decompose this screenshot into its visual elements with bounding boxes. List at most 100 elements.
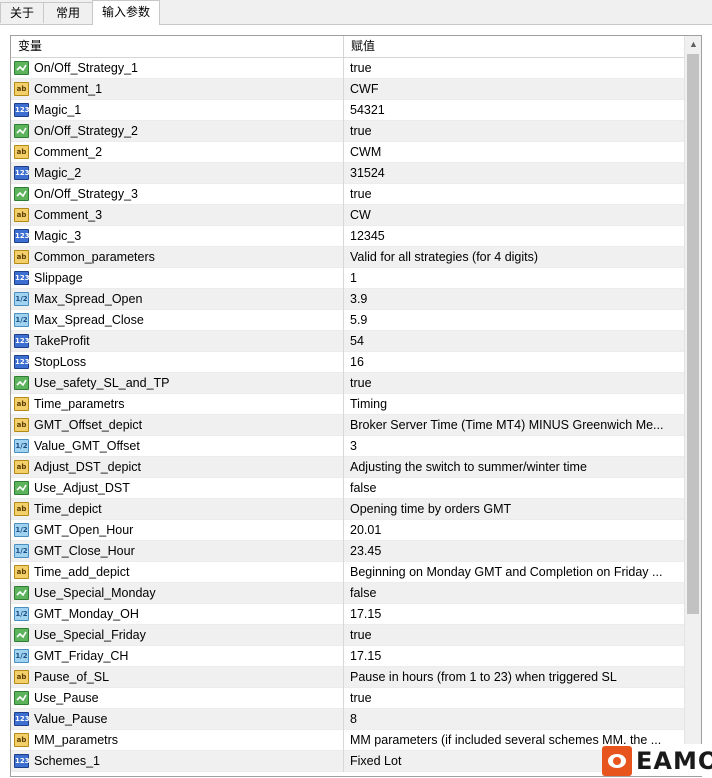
- parameter-value-cell[interactable]: 5.9: [350, 310, 682, 331]
- table-row[interactable]: Use_Special_Friday true: [11, 625, 684, 646]
- column-header-value[interactable]: 赋值: [351, 36, 375, 57]
- parameter-value-cell[interactable]: 12345: [350, 226, 682, 247]
- parameter-value-cell[interactable]: 17.15: [350, 646, 682, 667]
- parameter-name-cell[interactable]: 123 TakeProfit: [11, 331, 343, 352]
- table-row[interactable]: 123 Magic_2 31524: [11, 163, 684, 184]
- parameter-name-cell[interactable]: Use_Pause: [11, 688, 343, 709]
- parameter-name-cell[interactable]: Use_Adjust_DST: [11, 478, 343, 499]
- table-row[interactable]: 123 TakeProfit 54: [11, 331, 684, 352]
- parameter-name-cell[interactable]: On/Off_Strategy_1: [11, 58, 343, 79]
- table-row[interactable]: Use_Pause true: [11, 688, 684, 709]
- table-row[interactable]: ab Time_add_depict Beginning on Monday GMT…: [11, 562, 684, 583]
- parameter-value-cell[interactable]: false: [350, 583, 682, 604]
- table-row[interactable]: 123 Magic_3 12345: [11, 226, 684, 247]
- parameter-value-cell[interactable]: true: [350, 121, 682, 142]
- parameter-name-cell[interactable]: ab Comment_2: [11, 142, 343, 163]
- parameter-name-cell[interactable]: 1/2 Max_Spread_Open: [11, 289, 343, 310]
- table-row[interactable]: Use_safety_SL_and_TP true: [11, 373, 684, 394]
- tab-about[interactable]: 关于: [0, 2, 44, 23]
- parameter-name-cell[interactable]: ab Time_add_depict: [11, 562, 343, 583]
- parameter-name-cell[interactable]: 123 StopLoss: [11, 352, 343, 373]
- table-row[interactable]: ab Comment_3 CW: [11, 205, 684, 226]
- parameter-name-cell[interactable]: ab Time_depict: [11, 499, 343, 520]
- table-row[interactable]: On/Off_Strategy_2 true: [11, 121, 684, 142]
- table-row[interactable]: ab Time_parametrs Timing: [11, 394, 684, 415]
- table-row[interactable]: 1/2 Max_Spread_Close 5.9: [11, 310, 684, 331]
- table-row[interactable]: 123 Slippage 1: [11, 268, 684, 289]
- parameter-name-cell[interactable]: ab MM_parametrs: [11, 730, 343, 751]
- parameter-value-cell[interactable]: 31524: [350, 163, 682, 184]
- parameter-value-cell[interactable]: 20.01: [350, 520, 682, 541]
- parameter-name-cell[interactable]: ab Common_parameters: [11, 247, 343, 268]
- table-row[interactable]: 1/2 Value_GMT_Offset 3: [11, 436, 684, 457]
- parameter-value-cell[interactable]: 3.9: [350, 289, 682, 310]
- parameter-value-cell[interactable]: 8: [350, 709, 682, 730]
- parameter-name-cell[interactable]: 123 Schemes_1: [11, 751, 343, 772]
- parameter-value-cell[interactable]: CWF: [350, 79, 682, 100]
- parameter-value-cell[interactable]: true: [350, 184, 682, 205]
- parameter-value-cell[interactable]: Timing: [350, 394, 682, 415]
- table-row[interactable]: ab Comment_1 CWF: [11, 79, 684, 100]
- table-row[interactable]: ab Time_depict Opening time by orders GMT: [11, 499, 684, 520]
- parameter-name-cell[interactable]: 123 Slippage: [11, 268, 343, 289]
- parameter-name-cell[interactable]: 1/2 Max_Spread_Close: [11, 310, 343, 331]
- parameter-name-cell[interactable]: ab Adjust_DST_depict: [11, 457, 343, 478]
- parameter-name-cell[interactable]: Use_Special_Monday: [11, 583, 343, 604]
- table-row[interactable]: On/Off_Strategy_1 true: [11, 58, 684, 79]
- parameter-value-cell[interactable]: 54: [350, 331, 682, 352]
- parameter-value-cell[interactable]: 1: [350, 268, 682, 289]
- table-row[interactable]: 1/2 GMT_Close_Hour 23.45: [11, 541, 684, 562]
- tab-input-params[interactable]: 输入参数: [92, 0, 160, 25]
- table-row[interactable]: Use_Special_Monday false: [11, 583, 684, 604]
- table-row[interactable]: 123 Value_Pause 8: [11, 709, 684, 730]
- parameter-value-cell[interactable]: Broker Server Time (Time MT4) MINUS Gree…: [350, 415, 682, 436]
- table-row[interactable]: ab GMT_Offset_depict Broker Server Time (T…: [11, 415, 684, 436]
- header-divider[interactable]: [343, 36, 344, 57]
- parameter-name-cell[interactable]: On/Off_Strategy_3: [11, 184, 343, 205]
- parameter-name-cell[interactable]: On/Off_Strategy_2: [11, 121, 343, 142]
- parameter-name-cell[interactable]: ab GMT_Offset_depict: [11, 415, 343, 436]
- table-row[interactable]: 1/2 GMT_Open_Hour 20.01: [11, 520, 684, 541]
- parameter-name-cell[interactable]: 1/2 Value_GMT_Offset: [11, 436, 343, 457]
- scroll-thumb[interactable]: [687, 54, 699, 614]
- parameter-value-cell[interactable]: Adjusting the switch to summer/winter ti…: [350, 457, 682, 478]
- table-row[interactable]: 1/2 Max_Spread_Open 3.9: [11, 289, 684, 310]
- parameter-name-cell[interactable]: 123 Magic_1: [11, 100, 343, 121]
- table-row[interactable]: Use_Adjust_DST false: [11, 478, 684, 499]
- parameter-value-cell[interactable]: Opening time by orders GMT: [350, 499, 682, 520]
- table-row[interactable]: ab Adjust_DST_depict Adjusting the switch …: [11, 457, 684, 478]
- column-header-variable[interactable]: 变量: [18, 36, 42, 57]
- table-row[interactable]: On/Off_Strategy_3 true: [11, 184, 684, 205]
- parameter-name-cell[interactable]: 1/2 GMT_Monday_OH: [11, 604, 343, 625]
- table-row[interactable]: ab MM_parametrs MM parameters (if included…: [11, 730, 684, 751]
- table-row[interactable]: 123 StopLoss 16: [11, 352, 684, 373]
- parameter-value-cell[interactable]: 16: [350, 352, 682, 373]
- table-row[interactable]: 123 Schemes_1 Fixed Lot: [11, 751, 684, 772]
- table-row[interactable]: ab Comment_2 CWM: [11, 142, 684, 163]
- parameter-value-cell[interactable]: Pause in hours (from 1 to 23) when trigg…: [350, 667, 682, 688]
- parameter-name-cell[interactable]: 123 Magic_3: [11, 226, 343, 247]
- parameter-name-cell[interactable]: ab Comment_3: [11, 205, 343, 226]
- parameter-name-cell[interactable]: 1/2 GMT_Close_Hour: [11, 541, 343, 562]
- parameter-value-cell[interactable]: Beginning on Monday GMT and Completion o…: [350, 562, 682, 583]
- parameter-value-cell[interactable]: true: [350, 625, 682, 646]
- parameter-name-cell[interactable]: Use_safety_SL_and_TP: [11, 373, 343, 394]
- table-row[interactable]: ab Pause_of_SL Pause in hours (from 1 to 2…: [11, 667, 684, 688]
- tab-common[interactable]: 常用: [43, 2, 93, 23]
- parameter-value-cell[interactable]: 54321: [350, 100, 682, 121]
- table-row[interactable]: 1/2 GMT_Monday_OH 17.15: [11, 604, 684, 625]
- parameter-name-cell[interactable]: ab Time_parametrs: [11, 394, 343, 415]
- parameter-value-cell[interactable]: true: [350, 373, 682, 394]
- table-row[interactable]: ab Common_parameters Valid for all strateg…: [11, 247, 684, 268]
- parameter-value-cell[interactable]: false: [350, 478, 682, 499]
- parameter-value-cell[interactable]: 23.45: [350, 541, 682, 562]
- parameter-name-cell[interactable]: ab Pause_of_SL: [11, 667, 343, 688]
- scroll-up-arrow-icon[interactable]: ▲: [685, 36, 701, 53]
- parameter-value-cell[interactable]: true: [350, 58, 682, 79]
- vertical-scrollbar[interactable]: ▲: [684, 36, 701, 776]
- parameter-value-cell[interactable]: 3: [350, 436, 682, 457]
- parameter-name-cell[interactable]: 123 Magic_2: [11, 163, 343, 184]
- parameter-name-cell[interactable]: ab Comment_1: [11, 79, 343, 100]
- table-row[interactable]: 123 Magic_1 54321: [11, 100, 684, 121]
- parameter-name-cell[interactable]: 1/2 GMT_Open_Hour: [11, 520, 343, 541]
